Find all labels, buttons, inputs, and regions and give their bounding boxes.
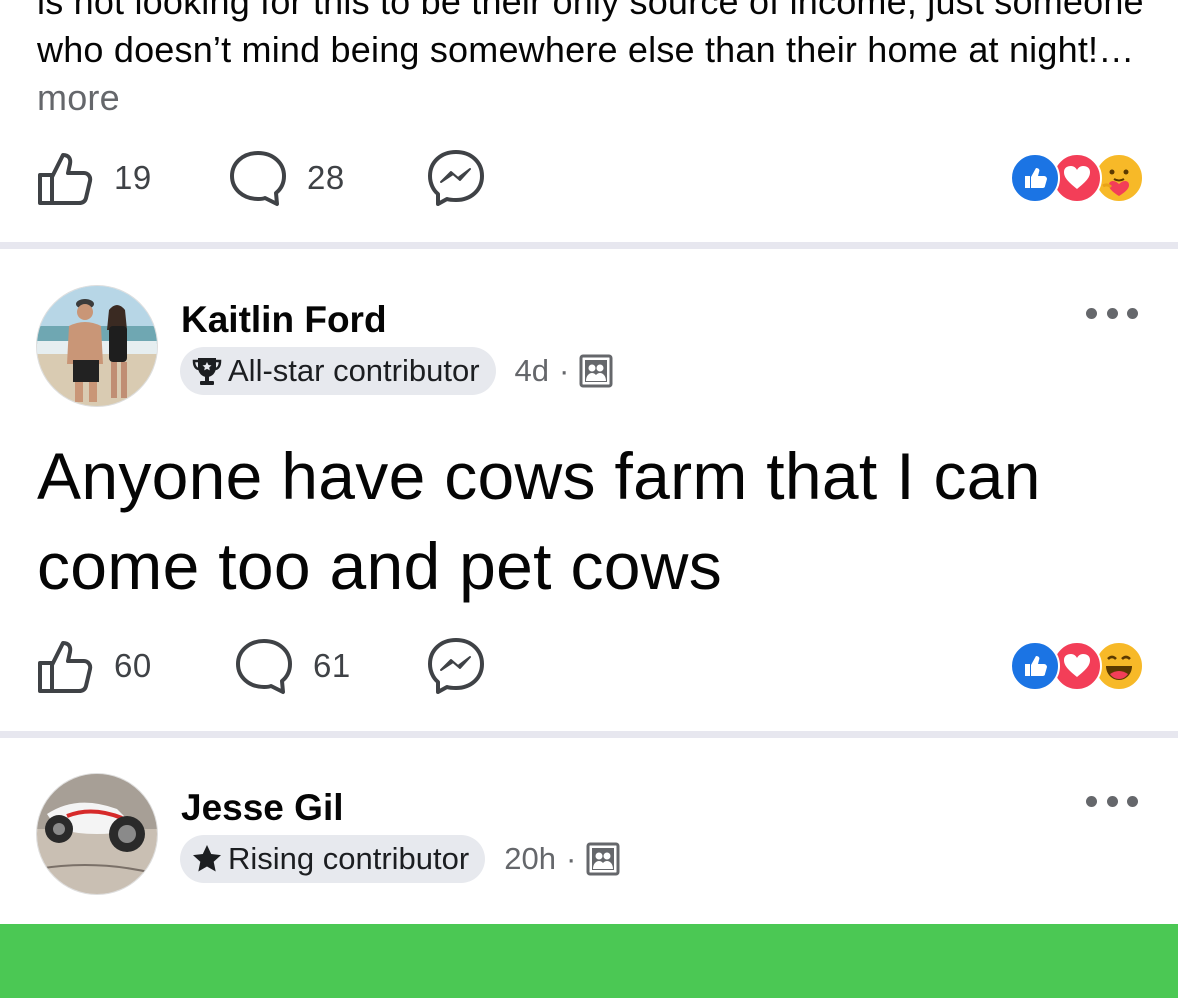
like-count: 19: [114, 159, 152, 196]
like-button[interactable]: 60: [36, 631, 152, 701]
author-name[interactable]: Kaitlin Ford: [181, 299, 387, 341]
reaction-summary[interactable]: [1010, 641, 1144, 691]
post-text-body: is not looking for this to be their only…: [37, 0, 1144, 70]
group-icon: [586, 842, 620, 876]
more-options-button[interactable]: [1086, 305, 1138, 321]
see-more-link[interactable]: more: [37, 77, 120, 118]
post-divider: [0, 731, 1178, 738]
messenger-icon: [428, 638, 484, 694]
comment-icon: [236, 639, 292, 694]
bottom-banner[interactable]: [0, 924, 1178, 998]
feed: is not looking for this to be their only…: [0, 0, 1178, 998]
meta-separator: ·: [565, 841, 577, 876]
meta-separator: ·: [559, 353, 570, 388]
comment-count: 61: [313, 647, 351, 684]
badge-label: All-star contributor: [228, 353, 480, 388]
contributor-badge[interactable]: Rising contributor: [180, 835, 486, 883]
avatar[interactable]: [36, 773, 158, 895]
comment-icon: [230, 151, 286, 206]
post-divider: [0, 242, 1178, 249]
more-options-button[interactable]: [1086, 793, 1138, 809]
thumbs-up-icon: [38, 641, 93, 693]
trophy-icon: [192, 358, 222, 385]
post-actions: 60 61: [0, 631, 1178, 701]
contributor-badge[interactable]: All-star contributor: [180, 347, 496, 395]
thumbs-up-icon: [38, 153, 93, 205]
comment-count: 28: [307, 159, 345, 196]
send-messenger-button[interactable]: [427, 631, 485, 701]
badge-label: Rising contributor: [228, 841, 470, 876]
like-reaction-icon: [1010, 641, 1060, 691]
reaction-summary[interactable]: [1010, 153, 1144, 203]
post-time[interactable]: 4d: [515, 353, 549, 389]
comment-button[interactable]: 28: [229, 143, 345, 213]
group-icon: [579, 354, 613, 388]
avatar[interactable]: [36, 285, 158, 407]
post-actions: 19 28: [0, 143, 1178, 213]
post-meta: Rising contributor 20h ·: [180, 835, 620, 883]
post-text: is not looking for this to be their only…: [37, 0, 1147, 122]
like-reaction-icon: [1010, 153, 1060, 203]
like-count: 60: [114, 647, 152, 684]
post-header: Kaitlin Ford All-star contributor 4d ·: [0, 285, 1178, 415]
send-messenger-button[interactable]: [427, 143, 485, 213]
author-name[interactable]: Jesse Gil: [181, 787, 344, 829]
comment-button[interactable]: 61: [235, 631, 351, 701]
post-meta: All-star contributor 4d ·: [180, 347, 613, 395]
like-button[interactable]: 19: [36, 143, 152, 213]
star-icon: [193, 845, 221, 872]
post-time[interactable]: 20h: [504, 841, 556, 877]
messenger-icon: [428, 150, 484, 206]
post-text: Anyone have cows farm that I can come to…: [37, 439, 1041, 603]
post-header: Jesse Gil Rising contributor 20h ·: [0, 773, 1178, 903]
